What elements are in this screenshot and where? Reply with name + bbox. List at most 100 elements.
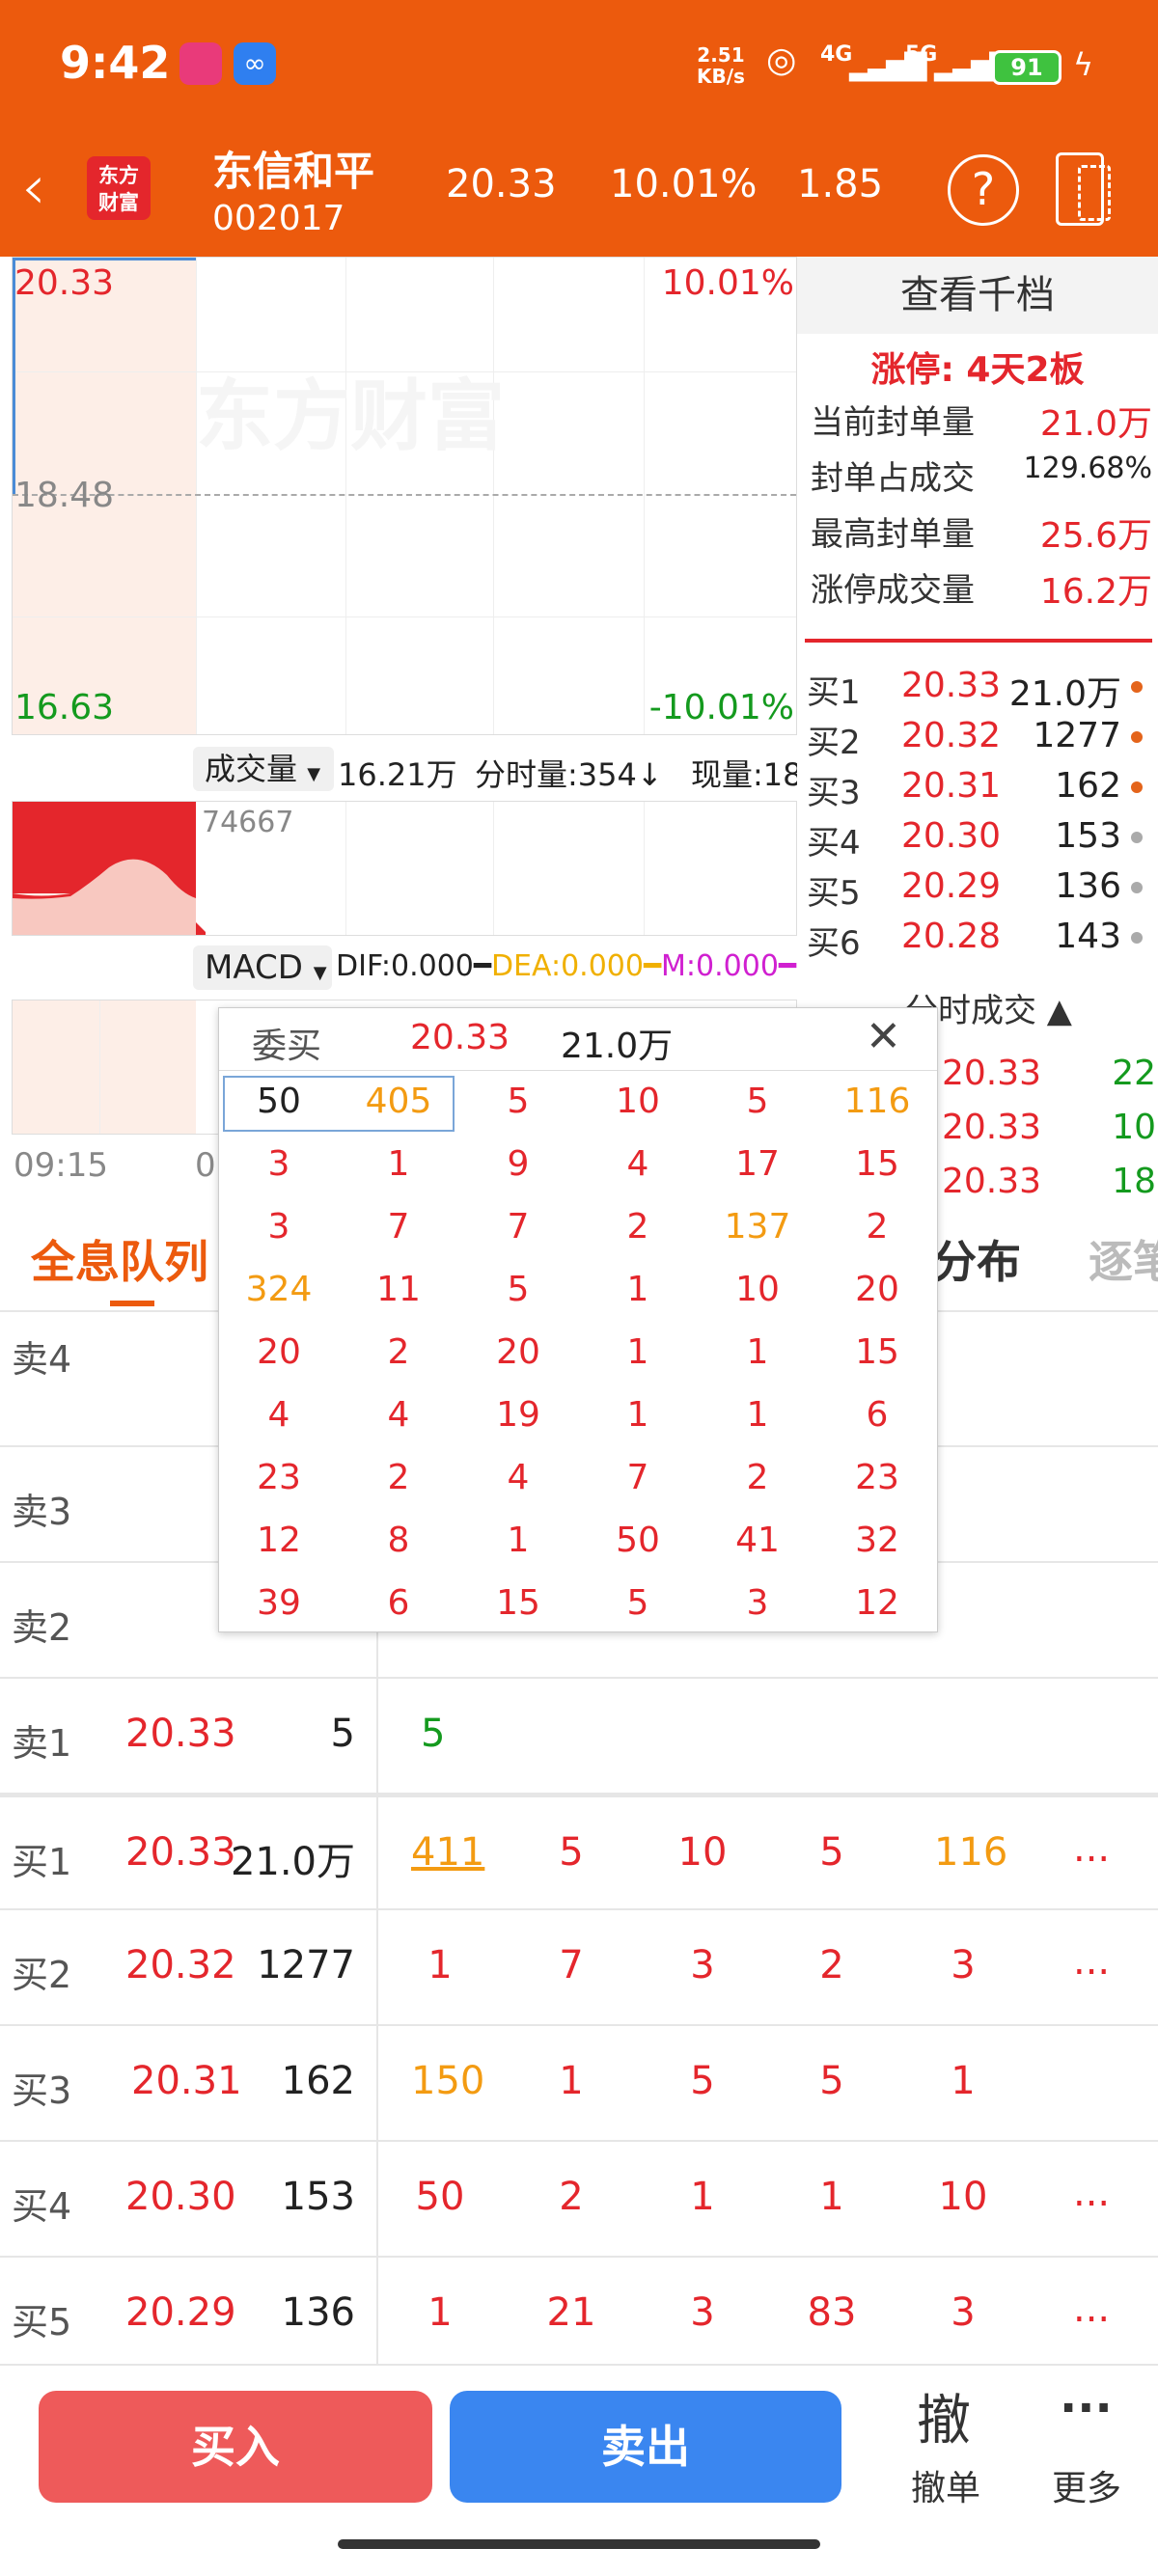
- close-icon[interactable]: ✕: [866, 1012, 901, 1061]
- order-item[interactable]: 1: [803, 2175, 861, 2219]
- order-item[interactable]: 5: [803, 1830, 861, 1875]
- tab-distribution[interactable]: 分布: [932, 1227, 1021, 1291]
- order-cell[interactable]: 17: [698, 1144, 817, 1184]
- order-cell[interactable]: 7: [578, 1458, 698, 1497]
- order-cell[interactable]: 3: [219, 1207, 339, 1247]
- more-orders[interactable]: ...: [1073, 1939, 1110, 1984]
- view-depth-button[interactable]: 查看千档: [797, 257, 1158, 334]
- tab-tick-by-tick[interactable]: 逐笔: [1089, 1227, 1158, 1291]
- order-item[interactable]: 116: [934, 1830, 1007, 1875]
- order-cell[interactable]: 137: [698, 1207, 817, 1247]
- order-cell[interactable]: 15: [458, 1583, 578, 1623]
- order-cell[interactable]: 10: [698, 1270, 817, 1309]
- order-cell[interactable]: 41: [698, 1521, 817, 1560]
- more-orders[interactable]: ...: [1073, 2171, 1110, 2215]
- order-cell[interactable]: 2: [817, 1207, 937, 1247]
- order-cell[interactable]: 2: [578, 1207, 698, 1247]
- order-cell[interactable]: 11: [339, 1270, 458, 1309]
- order-item[interactable]: 5: [674, 2059, 731, 2103]
- tab-full-queue[interactable]: 全息队列: [31, 1227, 208, 1291]
- back-icon[interactable]: ‹: [21, 152, 46, 224]
- order-cell[interactable]: 19: [458, 1395, 578, 1435]
- order-item[interactable]: 1: [411, 2290, 469, 2335]
- order-item[interactable]: 10: [934, 2175, 992, 2219]
- order-cell[interactable]: 4: [339, 1395, 458, 1435]
- order-item[interactable]: 5: [542, 1830, 600, 1875]
- order-item[interactable]: 5: [421, 1712, 445, 1756]
- order-cell[interactable]: 12: [817, 1583, 937, 1623]
- order-cell[interactable]: 116: [817, 1082, 937, 1121]
- sell-button[interactable]: 卖出: [450, 2391, 841, 2503]
- order-cell[interactable]: 20: [219, 1332, 339, 1372]
- order-item[interactable]: 1: [542, 2059, 600, 2103]
- order-item[interactable]: 3: [674, 2290, 731, 2335]
- order-cell[interactable]: 5: [578, 1583, 698, 1623]
- more-orders[interactable]: ...: [1073, 1826, 1110, 1871]
- order-cell[interactable]: 12: [219, 1521, 339, 1560]
- more-orders[interactable]: ...: [1073, 2287, 1110, 2331]
- cancel-order-button[interactable]: 撤单: [911, 2460, 980, 2510]
- order-cell[interactable]: 39: [219, 1583, 339, 1623]
- order-cell[interactable]: 23: [817, 1458, 937, 1497]
- more-button[interactable]: 更多: [1052, 2460, 1121, 2510]
- order-cell[interactable]: 4: [578, 1144, 698, 1184]
- order-cell[interactable]: 4: [458, 1458, 578, 1497]
- order-cell[interactable]: 50: [219, 1082, 339, 1121]
- order-item[interactable]: 3: [674, 1943, 731, 1987]
- order-cell[interactable]: 5: [698, 1082, 817, 1121]
- order-cell[interactable]: 15: [817, 1332, 937, 1372]
- order-cell[interactable]: 8: [339, 1521, 458, 1560]
- order-cell[interactable]: 3: [219, 1144, 339, 1184]
- volume-chart[interactable]: 74667: [12, 801, 797, 936]
- order-item[interactable]: 3: [934, 2290, 992, 2335]
- order-cell[interactable]: 1: [578, 1395, 698, 1435]
- order-item[interactable]: 21: [542, 2290, 600, 2335]
- order-item[interactable]: 1: [411, 1943, 469, 1987]
- order-cell[interactable]: 3: [698, 1583, 817, 1623]
- order-cell[interactable]: 405: [339, 1082, 458, 1121]
- order-item[interactable]: 83: [803, 2290, 861, 2335]
- order-item[interactable]: 1: [934, 2059, 992, 2103]
- order-cell[interactable]: 32: [817, 1521, 937, 1560]
- more-icon[interactable]: ···: [1060, 2381, 1113, 2435]
- help-icon[interactable]: ?: [948, 154, 1019, 226]
- order-item[interactable]: 10: [674, 1830, 731, 1875]
- order-cell[interactable]: 1: [339, 1144, 458, 1184]
- order-cell[interactable]: 6: [339, 1583, 458, 1623]
- order-item[interactable]: 50: [411, 2175, 469, 2219]
- cancel-icon[interactable]: 撤: [917, 2377, 971, 2455]
- order-item[interactable]: 7: [542, 1943, 600, 1987]
- order-cell[interactable]: 324: [219, 1270, 339, 1309]
- order-cell[interactable]: 1: [458, 1521, 578, 1560]
- order-item[interactable]: 1: [674, 2175, 731, 2219]
- order-cell[interactable]: 1: [578, 1332, 698, 1372]
- order-cell[interactable]: 2: [339, 1332, 458, 1372]
- macd-selector[interactable]: MACD ▼: [193, 945, 332, 990]
- order-cell[interactable]: 2: [339, 1458, 458, 1497]
- order-cell[interactable]: 1: [698, 1395, 817, 1435]
- order-cell[interactable]: 6: [817, 1395, 937, 1435]
- order-cell[interactable]: 50: [578, 1521, 698, 1560]
- order-cell[interactable]: 1: [578, 1270, 698, 1309]
- volume-selector[interactable]: 成交量 ▼: [193, 747, 334, 791]
- order-item[interactable]: 150: [411, 2059, 484, 2103]
- order-item[interactable]: 3: [934, 1943, 992, 1987]
- order-cell[interactable]: 1: [698, 1332, 817, 1372]
- order-item[interactable]: 2: [542, 2175, 600, 2219]
- order-cell[interactable]: 10: [578, 1082, 698, 1121]
- split-screen-icon[interactable]: [1056, 152, 1111, 226]
- order-item[interactable]: 2: [803, 1943, 861, 1987]
- order-cell[interactable]: 5: [458, 1082, 578, 1121]
- order-cell[interactable]: 4: [219, 1395, 339, 1435]
- order-item[interactable]: 5: [803, 2059, 861, 2103]
- order-cell[interactable]: 15: [817, 1144, 937, 1184]
- order-item[interactable]: 411: [411, 1830, 484, 1875]
- order-cell[interactable]: 20: [458, 1332, 578, 1372]
- order-cell[interactable]: 20: [817, 1270, 937, 1309]
- order-cell[interactable]: 2: [698, 1458, 817, 1497]
- order-cell[interactable]: 7: [339, 1207, 458, 1247]
- order-cell[interactable]: 23: [219, 1458, 339, 1497]
- order-cell[interactable]: 7: [458, 1207, 578, 1247]
- order-cell[interactable]: 9: [458, 1144, 578, 1184]
- order-cell[interactable]: 5: [458, 1270, 578, 1309]
